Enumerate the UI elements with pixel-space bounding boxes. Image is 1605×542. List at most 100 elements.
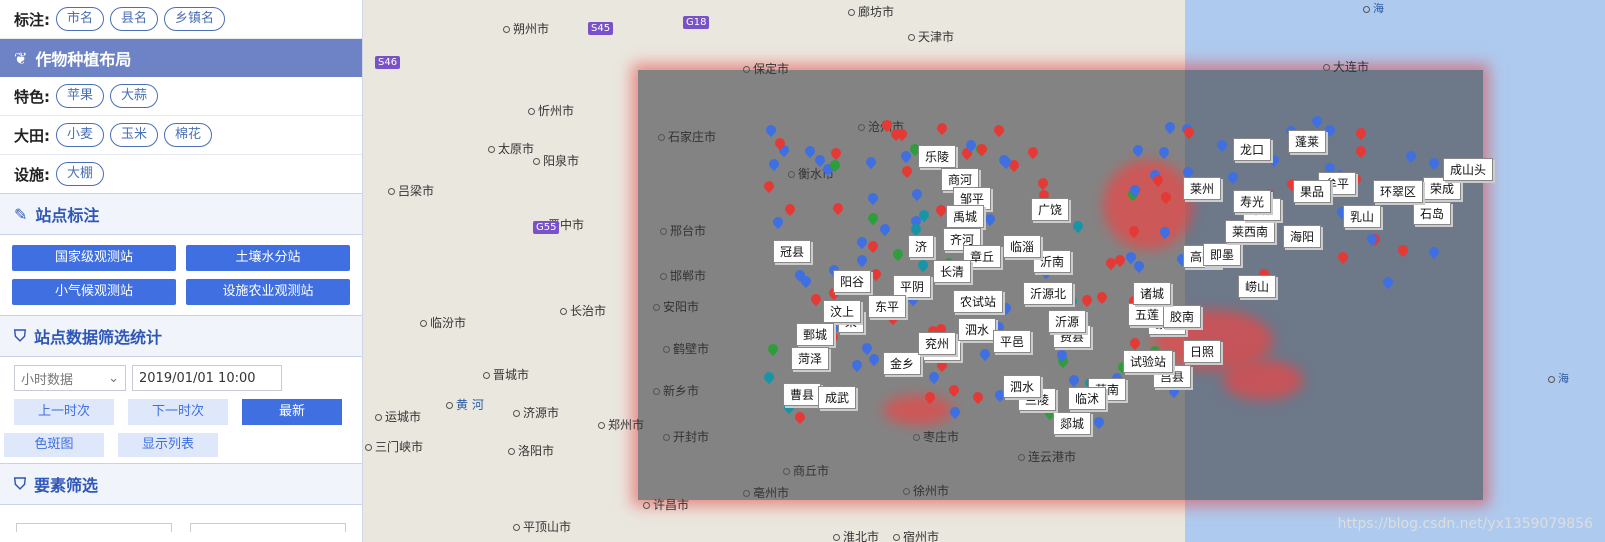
station-label[interactable]: 环翠区 [1373,180,1424,203]
station-label[interactable]: 胶南 [1163,305,1202,328]
station-label[interactable]: 蓬莱 [1288,130,1327,153]
highway-shield: G18 [683,16,710,29]
leaf-icon: ❦ [14,48,28,68]
map-city-label: 天津市 [908,28,954,45]
map-canvas[interactable]: 海 海 黄 河 朔州市天津市廊坊市保定市沧州市忻州市太原市石家庄市阳泉市衡水市吕… [363,0,1605,542]
station-label[interactable]: 成山头 [1443,158,1494,181]
station-label[interactable]: 广饶 [1031,198,1070,221]
element-select-2[interactable] [190,523,346,532]
station-label[interactable]: 崂山 [1238,275,1277,298]
station-label[interactable]: 农试站 [953,290,1004,313]
element-select-1[interactable] [16,523,172,532]
map-city-label: 许昌市 [643,496,689,513]
station-label[interactable]: 莱州 [1183,177,1222,200]
station-label[interactable]: 临淄 [1003,235,1042,258]
station-label[interactable]: 泗水 [958,318,997,341]
station-label[interactable]: 冠县 [773,240,812,263]
station-label[interactable]: 郯城 [1053,412,1092,435]
station-label[interactable]: 曹县 [783,383,822,406]
map-city-label: 安阳市 [653,298,699,315]
corn-pill[interactable]: 玉米 [110,123,159,147]
microclimate-station-button[interactable]: 小气候观测站 [12,279,176,305]
station-label[interactable]: 乐陵 [918,145,957,168]
map-city-label: 枣庄市 [913,428,959,445]
station-label[interactable]: 沂源北 [1023,282,1074,305]
station-label[interactable]: 诸城 [1133,282,1172,305]
apple-pill[interactable]: 苹果 [56,84,105,108]
station-label[interactable]: 石岛 [1413,202,1452,225]
station-label[interactable]: 金乡 [883,352,922,375]
station-label[interactable]: 临沭 [1068,387,1107,410]
filter-section-title: 站点数据筛选统计 [34,328,163,347]
cotton-pill[interactable]: 棉花 [164,123,213,147]
station-label[interactable]: 阳谷 [833,270,872,293]
map-city-label: 三门峡市 [365,438,423,455]
filter-icon: ⛉ [14,326,27,345]
station-label[interactable]: 龙口 [1233,138,1272,161]
soil-moisture-station-button[interactable]: 土壤水分站 [186,245,350,271]
station-section-title: 站点标注 [35,206,100,225]
datetime-input[interactable]: 2019/01/01 10:00 [132,365,282,391]
station-label[interactable]: 兖州 [918,332,957,355]
garlic-pill[interactable]: 大蒜 [110,84,159,108]
station-label[interactable]: 汶上 [823,300,862,323]
map-city-label: 石家庄市 [658,128,716,145]
station-label[interactable]: 乳山 [1343,205,1382,228]
station-label[interactable]: 试验站 [1123,350,1174,373]
station-label[interactable]: 东平 [868,295,907,318]
highway-shield: S46 [375,56,401,69]
station-label[interactable]: 五莲 [1128,303,1167,326]
station-label[interactable]: 济 [908,235,935,258]
greenhouse-pill[interactable]: 大棚 [56,162,105,186]
map-city-label: 廊坊市 [848,3,894,20]
map-city-label: 吕梁市 [388,182,434,199]
map-city-label: 运城市 [375,408,421,425]
station-label[interactable]: 泗水 [1003,375,1042,398]
station-label[interactable]: 禹城 [946,205,985,228]
latest-button[interactable]: 最新 [242,399,342,425]
station-label[interactable]: 果品 [1293,180,1332,203]
special-row-label: 特色: [14,87,50,106]
facility-agri-station-button[interactable]: 设施农业观测站 [186,279,350,305]
map-city-label: 宿州市 [893,528,939,542]
national-station-button[interactable]: 国家级观测站 [12,245,176,271]
label-city-pill[interactable]: 市名 [56,7,105,31]
field-row: 大田: 小麦 玉米 棉花 [0,116,362,155]
sea-label: 海 [1363,0,1384,16]
map-city-label: 连云港市 [1018,448,1076,465]
show-list-button[interactable]: 显示列表 [118,433,218,457]
map-city-label: 新乡市 [653,382,699,399]
next-time-button[interactable]: 下一时次 [128,399,228,425]
map-city-label: 开封市 [663,428,709,445]
station-label[interactable]: 菏泽 [791,347,830,370]
facility-row-label: 设施: [14,165,50,184]
station-label[interactable]: 平邑 [993,330,1032,353]
map-city-label: 长治市 [560,302,606,319]
station-label[interactable]: 寿光 [1233,190,1272,213]
station-section-header: ✎ 站点标注 [0,193,362,235]
map-city-label: 鹤壁市 [663,340,709,357]
wheat-pill[interactable]: 小麦 [56,123,105,147]
prev-time-button[interactable]: 上一时次 [14,399,114,425]
map-city-label: 郑州市 [598,416,644,433]
label-county-pill[interactable]: 县名 [110,7,159,31]
label-row-label: 标注: [14,10,50,29]
station-label[interactable]: 日照 [1183,340,1222,363]
map-city-label: 邯郸市 [660,267,706,284]
map-city-label: 徐州市 [903,482,949,499]
map-city-label: 朔州市 [503,20,549,37]
label-town-pill[interactable]: 乡镇名 [164,7,226,31]
label-row: 标注: 市名 县名 乡镇名 [0,0,362,39]
station-label[interactable]: 即墨 [1203,243,1242,266]
map-city-label: 邢台市 [660,222,706,239]
station-label[interactable]: 莱西南 [1225,220,1276,243]
station-label[interactable]: 沂源 [1048,310,1087,333]
color-map-button[interactable]: 色斑图 [4,433,104,457]
station-label[interactable]: 成武 [818,386,857,409]
station-label[interactable]: 鄄城 [796,323,835,346]
special-row: 特色: 苹果 大蒜 [0,77,362,116]
map-city-label: 晋城市 [483,366,529,383]
data-type-select[interactable]: 小时数据 ⌄ [14,365,126,391]
station-label[interactable]: 海阳 [1283,225,1322,248]
station-label[interactable]: 长清 [933,260,972,283]
